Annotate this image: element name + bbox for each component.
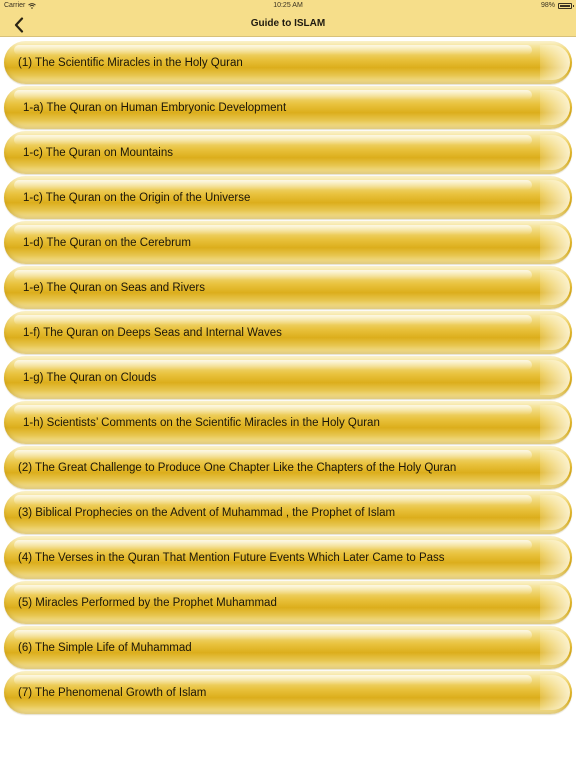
list-item-label: (6) The Simple Life of Muhammad — [18, 641, 192, 654]
battery-icon — [558, 2, 574, 9]
list-item-cap — [540, 45, 570, 80]
list-item[interactable]: (4) The Verses in the Quran That Mention… — [4, 536, 572, 579]
list-item[interactable]: (5) Miracles Performed by the Prophet Mu… — [4, 581, 572, 624]
list-item-label: (1) The Scientific Miracles in the Holy … — [18, 56, 243, 69]
list-item-cap — [540, 675, 570, 710]
status-bar: Carrier 10:25 AM 98% — [0, 0, 576, 12]
list-item[interactable]: 1-d) The Quran on the Cerebrum — [4, 221, 572, 264]
list-item-label: (7) The Phenomenal Growth of Islam — [18, 686, 207, 699]
list-item-label: 1-h) Scientists’ Comments on the Scienti… — [23, 416, 380, 429]
topic-list: (1) The Scientific Miracles in the Holy … — [4, 41, 572, 716]
list-item-label: 1-a) The Quran on Human Embryonic Develo… — [23, 101, 287, 114]
list-item-cap — [540, 135, 570, 170]
list-item[interactable]: (2) The Great Challenge to Produce One C… — [4, 446, 572, 489]
list-item-cap — [540, 180, 570, 215]
list-item-label: 1-f) The Quran on Deeps Seas and Interna… — [23, 326, 282, 339]
page-title: Guide to ISLAM — [250, 18, 326, 29]
list-item-cap — [540, 630, 570, 665]
list-item[interactable]: 1-a) The Quran on Human Embryonic Develo… — [4, 86, 572, 129]
list-item[interactable]: (1) The Scientific Miracles in the Holy … — [4, 41, 572, 84]
navigation-bar: Guide to ISLAM — [0, 12, 576, 37]
list-item-cap — [540, 585, 570, 620]
list-item[interactable]: (6) The Simple Life of Muhammad — [4, 626, 572, 669]
list-item-label: (2) The Great Challenge to Produce One C… — [18, 461, 457, 474]
list-item-label: (4) The Verses in the Quran That Mention… — [18, 551, 445, 564]
list-item[interactable]: 1-c) The Quran on the Origin of the Univ… — [4, 176, 572, 219]
battery-group: 98% — [540, 2, 574, 9]
list-item-label: 1-g) The Quran on Clouds — [23, 371, 157, 384]
battery-percent: 98% — [540, 2, 555, 9]
list-item-cap — [540, 225, 570, 260]
list-item-label: (3) Biblical Prophecies on the Advent of… — [18, 506, 396, 519]
list-item-cap — [540, 315, 570, 350]
list-item-cap — [540, 450, 570, 485]
list-item-cap — [540, 540, 570, 575]
list-item-cap — [540, 405, 570, 440]
list-item-label: 1-c) The Quran on the Origin of the Univ… — [23, 191, 251, 204]
list-item[interactable]: 1-g) The Quran on Clouds — [4, 356, 572, 399]
list-item[interactable]: 1-h) Scientists’ Comments on the Scienti… — [4, 401, 572, 444]
list-item-label: (5) Miracles Performed by the Prophet Mu… — [18, 596, 277, 609]
list-item[interactable]: (3) Biblical Prophecies on the Advent of… — [4, 491, 572, 534]
list-item-label: 1-e) The Quran on Seas and Rivers — [23, 281, 205, 294]
list-item-cap — [540, 90, 570, 125]
list-item-cap — [540, 495, 570, 530]
list-item[interactable]: 1-e) The Quran on Seas and Rivers — [4, 266, 572, 309]
list-item-label: 1-c) The Quran on Mountains — [23, 146, 174, 159]
list-item[interactable]: 1-c) The Quran on Mountains — [4, 131, 572, 174]
list-item-cap — [540, 360, 570, 395]
status-time: 10:25 AM — [273, 2, 303, 9]
list-item-label: 1-d) The Quran on the Cerebrum — [23, 236, 191, 249]
list-item[interactable]: 1-f) The Quran on Deeps Seas and Interna… — [4, 311, 572, 354]
list-item-cap — [540, 270, 570, 305]
list-item[interactable]: (7) The Phenomenal Growth of Islam — [4, 671, 572, 714]
